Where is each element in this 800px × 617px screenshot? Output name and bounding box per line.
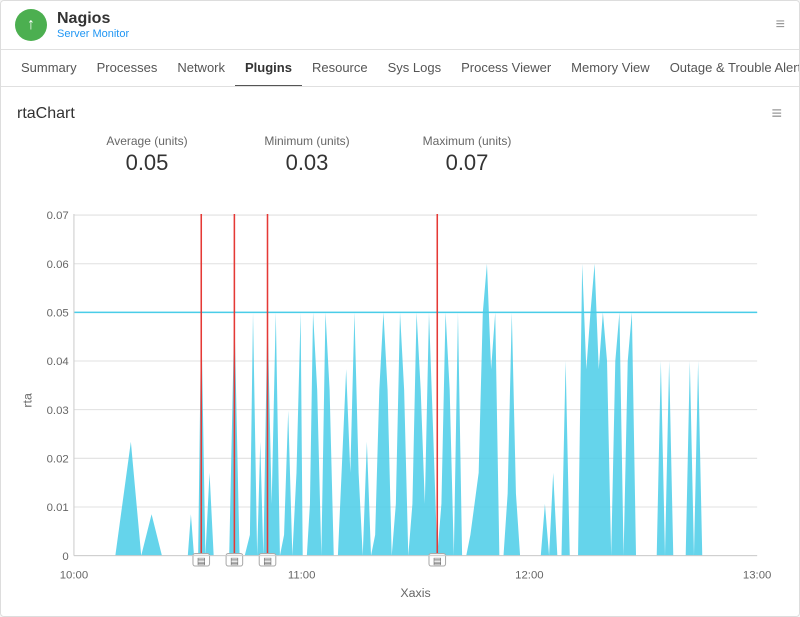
svg-text:0.02: 0.02 (47, 453, 69, 465)
svg-text:▤: ▤ (197, 556, 206, 566)
app-title-group: Nagios Server Monitor (57, 10, 776, 40)
svg-text:11:00: 11:00 (288, 569, 316, 581)
stat-average: Average (units) 0.05 (67, 134, 227, 176)
stat-average-value: 0.05 (67, 150, 227, 176)
stat-maximum: Maximum (units) 0.07 (387, 134, 547, 176)
svg-text:▤: ▤ (263, 556, 272, 566)
stat-minimum: Minimum (units) 0.03 (227, 134, 387, 176)
app-subtitle: Server Monitor (57, 28, 776, 40)
stat-minimum-value: 0.03 (227, 150, 387, 176)
svg-text:13:00: 13:00 (743, 569, 771, 581)
svg-text:0: 0 (62, 551, 68, 563)
svg-text:Xaxis: Xaxis (400, 586, 430, 600)
svg-text:▤: ▤ (433, 556, 442, 566)
svg-text:0.07: 0.07 (47, 210, 69, 222)
nav-item-processes[interactable]: Processes (87, 50, 168, 87)
chart-title: rtaChart (17, 105, 75, 123)
svg-text:0.03: 0.03 (47, 405, 69, 417)
chart-container: rta 0 0.01 0.02 0.03 0.04 (17, 180, 783, 600)
nav-item-memoryview[interactable]: Memory View (561, 50, 660, 87)
nav: Summary Processes Network Plugins Resour… (1, 50, 799, 87)
logo: ↑ (15, 9, 47, 41)
stat-maximum-value: 0.07 (387, 150, 547, 176)
svg-text:0.05: 0.05 (47, 308, 69, 320)
svg-text:12:00: 12:00 (515, 569, 543, 581)
app-title: Nagios (57, 10, 776, 28)
stat-average-label: Average (units) (67, 134, 227, 148)
logo-icon: ↑ (27, 17, 35, 33)
main-content: rtaChart ≡ Average (units) 0.05 Minimum … (1, 87, 799, 616)
nav-item-resource[interactable]: Resource (302, 50, 378, 87)
nav-item-outage[interactable]: Outage & Trouble Alerts (660, 50, 799, 87)
y-axis-label: rta (20, 393, 34, 408)
svg-text:0.04: 0.04 (47, 356, 69, 368)
svg-text:0.06: 0.06 (47, 259, 69, 271)
svg-text:▤: ▤ (230, 556, 239, 566)
stats-row: Average (units) 0.05 Minimum (units) 0.0… (17, 134, 783, 176)
nav-item-summary[interactable]: Summary (11, 50, 87, 87)
stat-minimum-label: Minimum (units) (227, 134, 387, 148)
chart-menu-icon[interactable]: ≡ (771, 103, 783, 124)
chart-header: rtaChart ≡ (17, 103, 783, 124)
header-menu-icon[interactable]: ≡ (776, 16, 785, 34)
nav-item-network[interactable]: Network (167, 50, 235, 87)
app-container: ↑ Nagios Server Monitor ≡ Summary Proces… (0, 0, 800, 617)
rta-chart: rta 0 0.01 0.02 0.03 0.04 (17, 180, 783, 600)
svg-text:10:00: 10:00 (60, 569, 88, 581)
stat-maximum-label: Maximum (units) (387, 134, 547, 148)
nav-item-plugins[interactable]: Plugins (235, 50, 302, 87)
nav-item-processviewer[interactable]: Process Viewer (451, 50, 561, 87)
nav-item-syslogs[interactable]: Sys Logs (378, 50, 451, 87)
svg-text:0.01: 0.01 (47, 502, 69, 514)
header: ↑ Nagios Server Monitor ≡ (1, 1, 799, 50)
